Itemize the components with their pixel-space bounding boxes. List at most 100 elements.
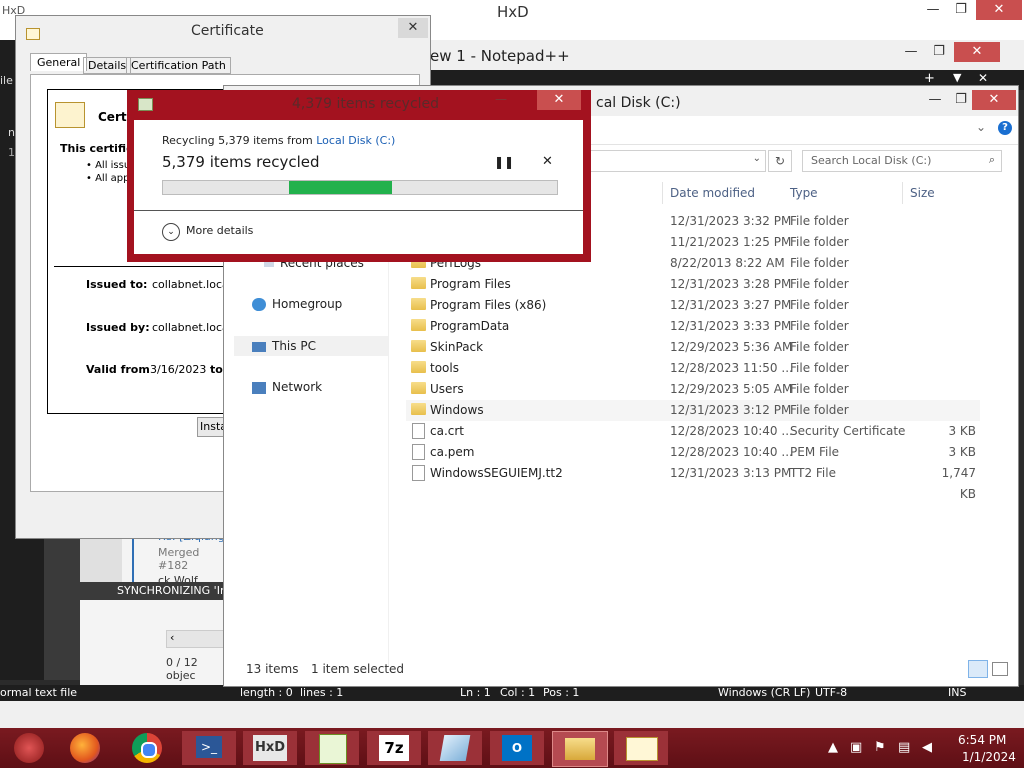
hxd-close-button[interactable]: ✕ <box>976 0 1022 20</box>
scroll-left-icon[interactable]: ‹ <box>170 631 174 644</box>
line-number: 1 <box>8 146 15 159</box>
file-icon <box>412 465 425 481</box>
notepad-add-tab-icon[interactable]: + <box>924 71 935 86</box>
sourcetree-commit-line <box>132 536 134 582</box>
chrome-taskbar-icon[interactable] <box>120 731 174 765</box>
sourcetree-objects-count: 0 / 12 objec <box>166 656 198 682</box>
recycle-close-button[interactable]: ✕ <box>537 90 581 110</box>
large-icons-view-icon[interactable] <box>992 662 1008 676</box>
file-row[interactable]: ca.pem 12/28/2023 10:40 ... PEM File 3 KB <box>0 442 980 463</box>
notepad-minimize-button[interactable]: — <box>896 42 926 62</box>
certificate-taskbar-icon[interactable] <box>614 731 668 765</box>
ribbon-expand-icon[interactable]: ⌄ <box>976 120 986 134</box>
file-type: File folder <box>790 298 849 312</box>
file-date: 8/22/2013 8:22 AM <box>670 256 785 270</box>
column-header-date[interactable]: Date modified <box>670 186 755 200</box>
tray-overflow-icon[interactable]: ▲ <box>828 740 838 755</box>
file-name: ca.crt <box>430 424 465 438</box>
recycle-divider <box>134 210 583 211</box>
notepad-tab-list-icon[interactable]: ▼ <box>953 71 961 84</box>
file-type: TT2 File <box>790 466 836 480</box>
file-row[interactable]: ca.crt 12/28/2023 10:40 ... Security Certi… <box>0 421 980 442</box>
file-date: 12/31/2023 3:28 PM <box>670 277 792 291</box>
search-box[interactable]: Search Local Disk (C:) ⌕ <box>802 150 1002 172</box>
certificate-close-button[interactable]: ✕ <box>398 18 428 38</box>
certificate-tab-details[interactable]: Details <box>83 57 132 74</box>
file-name: Windows <box>430 403 484 417</box>
file-name: tools <box>430 361 459 375</box>
pause-button[interactable]: ❚❚ <box>494 155 514 169</box>
notepad-close-tab-icon[interactable]: ✕ <box>978 71 988 85</box>
file-row[interactable]: Program Files 12/31/2023 3:28 PM File fold… <box>0 274 980 295</box>
help-icon[interactable]: ? <box>998 121 1012 135</box>
column-divider-1 <box>662 182 663 204</box>
hxd-maximize-button[interactable]: ❐ <box>946 0 976 20</box>
notepadpp-taskbar-icon[interactable] <box>305 731 359 765</box>
explorer-status-selected: 1 item selected <box>311 662 405 676</box>
notepad-close-button[interactable]: ✕ <box>954 42 1000 62</box>
file-date: 12/31/2023 3:13 PM <box>670 466 792 480</box>
local-disk-link[interactable]: Local Disk (C:) <box>316 134 395 147</box>
firefox-taskbar-icon[interactable] <box>58 731 112 765</box>
file-name: ca.pem <box>430 445 475 459</box>
file-date: 12/29/2023 5:05 AM <box>670 382 793 396</box>
start-button[interactable] <box>8 731 48 765</box>
folder-icon <box>411 277 426 289</box>
file-date: 12/28/2023 10:40 ... <box>670 445 793 459</box>
certificate-icon <box>26 28 40 40</box>
tray-device-icon[interactable]: ▤ <box>898 740 910 755</box>
file-type: File folder <box>790 340 849 354</box>
sourcetree-taskbar-icon[interactable] <box>428 731 482 765</box>
certificate-tab-general[interactable]: General <box>30 53 88 71</box>
hxd-taskbar-icon[interactable]: HxD <box>243 731 297 765</box>
powershell-taskbar-icon[interactable]: >_ <box>182 731 236 765</box>
file-name: SkinPack <box>430 340 484 354</box>
address-dropdown-icon[interactable]: ⌄ <box>753 153 761 164</box>
status-eol: Windows (CR LF) <box>718 686 811 699</box>
hxd-minimize-button[interactable]: — <box>918 0 948 20</box>
details-view-icon[interactable] <box>968 660 988 678</box>
clock-date[interactable]: 1/1/2024 <box>962 750 1016 764</box>
file-row[interactable]: tools 12/28/2023 11:50 ... File folder <box>0 358 980 379</box>
file-row[interactable]: Windows 12/31/2023 3:12 PM File folder <box>406 400 980 421</box>
tray-network-icon[interactable]: ▣ <box>850 740 862 755</box>
file-type: File folder <box>790 361 849 375</box>
refresh-icon[interactable]: ↻ <box>768 150 792 172</box>
tray-flag-icon[interactable]: ⚑ <box>874 740 886 755</box>
7zip-taskbar-icon[interactable]: 7z <box>367 731 421 765</box>
notepad-maximize-button[interactable]: ❐ <box>924 42 954 62</box>
outlook-taskbar-icon[interactable]: O <box>490 731 544 765</box>
file-date: 12/31/2023 3:27 PM <box>670 298 792 312</box>
explorer-close-button[interactable]: ✕ <box>972 90 1016 110</box>
recycle-minimize-button[interactable]: — <box>495 92 515 112</box>
recycle-dialog: 4,379 items recycled — ✕ Recycling 5,379… <box>127 90 591 262</box>
file-row[interactable]: ProgramData 12/31/2023 3:33 PM File folder <box>0 316 980 337</box>
more-details-toggle[interactable]: ⌄ More details <box>162 223 253 241</box>
tab-details-label: Details <box>88 59 127 72</box>
sourcetree-item-merged: Merged #182 <box>158 546 200 572</box>
file-type: File folder <box>790 403 849 417</box>
sourcetree-scrollbar[interactable]: ‹ <box>166 630 232 648</box>
tray-volume-icon[interactable]: ◀ <box>922 740 932 755</box>
cancel-button[interactable]: ✕ <box>542 154 553 169</box>
explorer-taskbar-icon[interactable] <box>552 731 608 767</box>
column-divider-2 <box>902 182 903 204</box>
explorer-title: cal Disk (C:) <box>596 95 681 111</box>
mouse-cursor-icon <box>394 272 401 290</box>
file-row[interactable]: SkinPack 12/29/2023 5:36 AM File folder <box>0 337 980 358</box>
address-bar[interactable]: ⌄ <box>574 150 766 172</box>
hxd-menu-file[interactable]: ile <box>0 74 13 87</box>
file-row[interactable]: Program Files (x86) 12/31/2023 3:27 PM Fil… <box>0 295 980 316</box>
recycle-title: 4,379 items recycled <box>292 96 440 112</box>
file-row[interactable]: Users 12/29/2023 5:05 AM File folder <box>0 379 980 400</box>
recycle-source-text: Recycling 5,379 items from Local Disk (C… <box>162 134 396 147</box>
certificate-tab-path[interactable]: Certification Path <box>126 57 231 74</box>
clock-time[interactable]: 6:54 PM <box>958 733 1006 747</box>
column-header-size[interactable]: Size <box>910 186 935 200</box>
status-pos: Pos : 1 <box>543 686 580 699</box>
file-row[interactable]: WindowsSEGUIEMJ.tt2 12/31/2023 3:13 PM TT2… <box>0 463 980 501</box>
file-size: 3 KB <box>948 424 976 438</box>
file-type: Security Certificate <box>790 424 906 438</box>
status-ln: Ln : 1 <box>460 686 491 699</box>
column-header-type[interactable]: Type <box>790 186 818 200</box>
